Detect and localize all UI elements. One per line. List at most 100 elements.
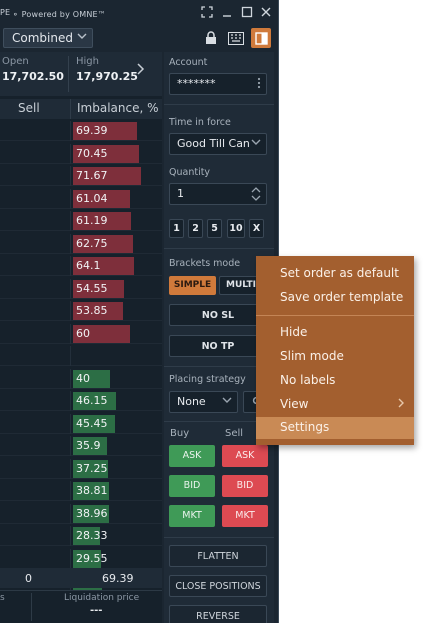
- flatten-button[interactable]: FLATTEN: [169, 545, 267, 567]
- stats-bar: Open 17,702.50 High 17,970.25: [0, 52, 162, 96]
- cell-divider: [70, 188, 71, 209]
- menu-item-settings[interactable]: Settings: [256, 417, 414, 439]
- buy-bid-button[interactable]: BID: [169, 475, 215, 497]
- side-panel-toggle[interactable]: [251, 28, 271, 48]
- imbalance-value: 70.45: [76, 146, 108, 160]
- table-row[interactable]: 40: [0, 368, 162, 389]
- imbalance-value: 54.55: [76, 281, 108, 295]
- menu-item-set-order-default[interactable]: Set order as default: [256, 263, 414, 285]
- quantity-preset-5[interactable]: 5: [207, 219, 222, 238]
- no-tp-button[interactable]: NO TP: [169, 335, 267, 357]
- column-divider: [70, 99, 71, 119]
- brackets-mode-label: Brackets mode: [169, 258, 241, 269]
- brackets-simple-button[interactable]: SIMPLE: [169, 276, 216, 295]
- imbalance-value: 28.33: [76, 529, 108, 542]
- stat-high: High 17,970.25: [76, 56, 138, 83]
- footer-left-label: s: [0, 593, 5, 603]
- menu-separator: [256, 315, 414, 316]
- table-row[interactable]: 54.55: [0, 278, 162, 299]
- table-row[interactable]: 37.25: [0, 458, 162, 479]
- brand-prefix: PE: [0, 8, 11, 17]
- column-header-sell[interactable]: Sell: [18, 101, 40, 115]
- table-row[interactable]: 46.15: [0, 391, 162, 411]
- menu-item-no-labels[interactable]: No labels: [256, 370, 414, 392]
- stepper-arrows-icon[interactable]: [251, 185, 261, 206]
- cell-divider: [70, 436, 71, 456]
- table-row[interactable]: 45.45: [0, 413, 162, 434]
- buy-market-button[interactable]: MKT: [169, 505, 215, 527]
- sell-ask-button[interactable]: ASK: [222, 445, 268, 467]
- fullscreen-icon[interactable]: [200, 6, 214, 20]
- table-row[interactable]: 35.9: [0, 436, 162, 456]
- cell-divider: [70, 143, 71, 164]
- cell-divider: [70, 166, 71, 186]
- lock-button[interactable]: [201, 28, 221, 48]
- cell-divider: [70, 526, 71, 546]
- chevron-right-icon[interactable]: [136, 62, 146, 80]
- imbalance-value: 61.04: [76, 191, 108, 205]
- table-row[interactable]: [0, 346, 162, 366]
- quantity-preset-custom[interactable]: X: [249, 219, 264, 238]
- menu-item-slim-mode[interactable]: Slim mode: [256, 346, 414, 368]
- chevron-right-icon: [398, 397, 405, 411]
- table-row[interactable]: 61.19: [0, 211, 162, 231]
- table-row[interactable]: 62.75: [0, 233, 162, 254]
- placing-strategy-select[interactable]: None: [169, 391, 238, 413]
- table-row[interactable]: 64.1: [0, 256, 162, 276]
- quantity-preset-1[interactable]: 1: [169, 219, 184, 238]
- section-divider: [164, 104, 274, 105]
- reverse-button[interactable]: REVERSE: [169, 605, 267, 623]
- table-row[interactable]: 29.55: [0, 548, 162, 569]
- quantity-preset-10[interactable]: 10: [227, 219, 245, 238]
- account-field[interactable]: *******: [169, 73, 267, 95]
- cell-divider: [70, 121, 71, 141]
- imbalance-value: 71.67: [76, 169, 108, 182]
- menu-item-view[interactable]: View: [256, 394, 414, 416]
- table-row[interactable]: 53.85: [0, 301, 162, 321]
- imbalance-value: 53.85: [76, 304, 108, 317]
- imbalance-value: 60: [76, 326, 90, 340]
- account-value: *******: [177, 77, 216, 90]
- table-row[interactable]: 28.33: [0, 526, 162, 546]
- menu-item-save-order-template[interactable]: Save order template: [256, 287, 414, 309]
- imbalance-value: 40: [76, 371, 90, 385]
- account-label: Account: [169, 57, 208, 68]
- sell-column-label: Sell: [225, 428, 244, 439]
- menu-item-hide[interactable]: Hide: [256, 322, 414, 344]
- quantity-stepper[interactable]: 1: [169, 183, 267, 205]
- stat-high-value: 17,970.25: [76, 70, 138, 83]
- close-icon[interactable]: [259, 6, 273, 20]
- brand-text: ⚬ Powered by OMNE™: [12, 10, 106, 19]
- view-mode-select[interactable]: Combined: [3, 28, 93, 48]
- liquidation-price-label: Liquidation price: [64, 593, 140, 603]
- time-in-force-select[interactable]: Good Till Can: [169, 133, 267, 155]
- table-row[interactable]: 38.96: [0, 503, 162, 524]
- maximize-icon[interactable]: [240, 6, 254, 20]
- sell-market-button[interactable]: MKT: [222, 505, 268, 527]
- cell-divider: [70, 233, 71, 254]
- close-positions-button[interactable]: CLOSE POSITIONS: [169, 575, 267, 597]
- table-row[interactable]: 71.67: [0, 166, 162, 186]
- imbalance-value: 38.81: [76, 484, 108, 497]
- table-row[interactable]: 38.81: [0, 481, 162, 501]
- column-header-imbalance[interactable]: Imbalance, %: [77, 101, 159, 115]
- sell-bid-button[interactable]: BID: [222, 475, 268, 497]
- buy-ask-button[interactable]: ASK: [169, 445, 215, 467]
- panel-icon: [254, 31, 268, 45]
- no-sl-button[interactable]: NO SL: [169, 304, 267, 326]
- table-row[interactable]: 61.04: [0, 188, 162, 209]
- minimize-icon[interactable]: [220, 6, 234, 20]
- table-row[interactable]: 60: [0, 323, 162, 344]
- trading-window: PE ⚬ Powered by OMNE™ Combined Open 17,7…: [0, 0, 279, 623]
- context-menu: Set order as default Save order template…: [256, 256, 414, 445]
- table-row[interactable]: 69.39: [0, 121, 162, 141]
- quantity-preset-2[interactable]: 2: [188, 219, 203, 238]
- table-row[interactable]: 70.45: [0, 143, 162, 164]
- keyboard-button[interactable]: [226, 28, 246, 48]
- totals-row: 0 69.39: [0, 568, 162, 588]
- position-footer: s Liquidation price ---: [0, 590, 162, 623]
- grid-header: Sell Imbalance, %: [0, 99, 162, 119]
- quantity-label: Quantity: [169, 167, 211, 178]
- cell-divider: [70, 391, 71, 411]
- more-vertical-icon[interactable]: [257, 77, 261, 92]
